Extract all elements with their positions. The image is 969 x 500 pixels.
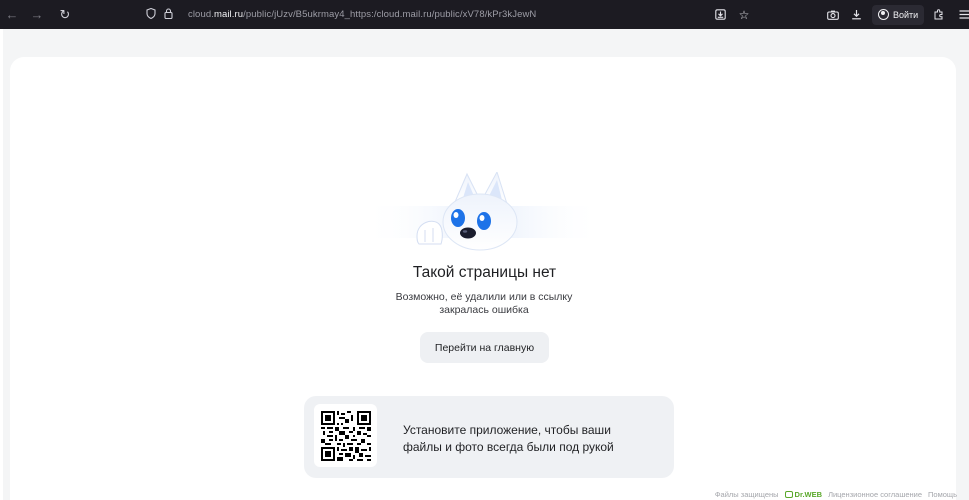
qr-code — [314, 404, 377, 467]
banner-line-2: файлы и фото всегда были под рукой — [403, 440, 614, 454]
url-text[interactable]: cloud.mail.ru/public/jUzv/B5ukrmay4_http… — [188, 9, 536, 20]
page-title: Такой страницы нет — [412, 264, 557, 281]
install-app-text: Установите приложение, чтобы ваши файлы … — [403, 422, 663, 456]
extensions-icon[interactable] — [928, 5, 948, 25]
url-prefix: cloud. — [188, 9, 214, 20]
drweb-icon — [784, 491, 793, 498]
back-arrow-icon[interactable]: ← — [2, 0, 22, 29]
star-icon[interactable]: ☆ — [734, 5, 754, 25]
page-footer: Файлы защищены Dr.WEB Лицензионное согла… — [715, 490, 957, 499]
subtitle-line-2: закралась ошибка — [439, 304, 529, 316]
license-agreement-link[interactable]: Лицензионное соглашение — [828, 490, 922, 499]
drweb-badge[interactable]: Dr.WEB — [784, 490, 823, 499]
mascot-illustration — [363, 170, 603, 252]
urlbar-actions: ☆ — [710, 0, 754, 29]
forward-arrow-icon[interactable]: → — [26, 0, 48, 29]
qr-code-icon — [320, 410, 371, 461]
shield-icon[interactable] — [146, 7, 162, 22]
browser-actions: Войти — [823, 0, 969, 29]
account-icon — [878, 9, 889, 20]
banner-line-1: Установите приложение, чтобы ваши — [403, 423, 611, 437]
login-label: Войти — [893, 9, 919, 20]
reload-icon[interactable]: ↻ — [54, 0, 76, 29]
drweb-label: Dr.WEB — [794, 490, 823, 499]
page-subtitle: Возможно, её удалили или в ссылку закрал… — [384, 291, 584, 317]
lock-icon[interactable] — [164, 7, 180, 22]
go-home-button[interactable]: Перейти на главную — [420, 332, 549, 363]
download-icon[interactable] — [846, 5, 866, 25]
save-page-icon[interactable] — [710, 5, 730, 25]
help-link[interactable]: Помощь — [928, 490, 957, 499]
login-button[interactable]: Войти — [872, 4, 925, 25]
address-bar[interactable]: cloud.mail.ru/public/jUzv/B5ukrmay4_http… — [140, 4, 760, 25]
menu-icon[interactable] — [954, 5, 969, 25]
browser-toolbar: ← → ↻ cloud.mail.ru/public/jUzv/B5ukrmay… — [0, 0, 969, 29]
url-path: /public/jUzv/B5ukrmay4_https:/cloud.mail… — [243, 9, 537, 20]
files-protected-label: Файлы защищены — [714, 490, 779, 499]
subtitle-line-1: Возможно, её удалили или в ссылку — [395, 291, 573, 303]
install-app-banner[interactable]: Установите приложение, чтобы ваши файлы … — [304, 396, 674, 478]
url-domain: mail.ru — [213, 9, 244, 20]
screenshot-icon[interactable] — [823, 5, 843, 25]
